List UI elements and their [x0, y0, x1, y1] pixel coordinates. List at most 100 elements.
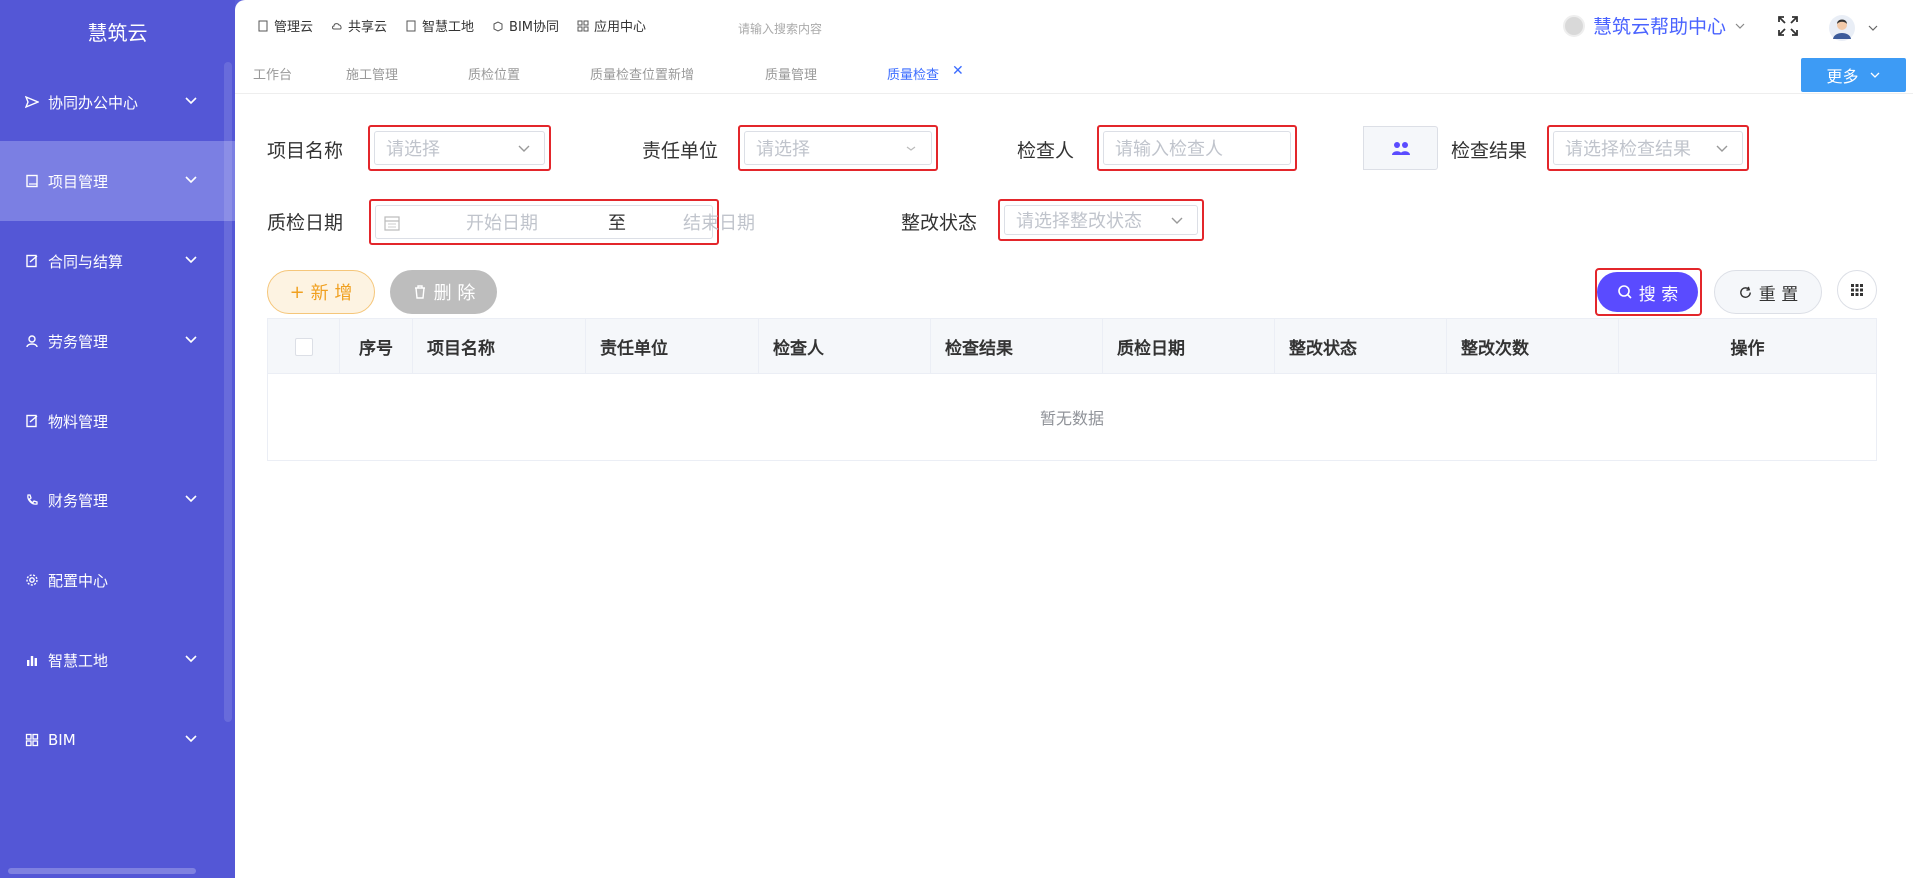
send-icon [24, 94, 40, 110]
chevron-down-icon [518, 145, 530, 152]
tab-quality-inspection[interactable]: 质量检查 [887, 64, 939, 83]
sidebar-item-project[interactable]: 项目管理 [0, 141, 235, 221]
main-panel: 管理云 共享云 智慧工地 BIM协同 应用中心 请输入搜索内容 慧筑云帮助中心 [235, 0, 1913, 878]
sidebar-item-material[interactable]: 物料管理 [0, 381, 235, 461]
sidebar-item-bim[interactable]: BIM [0, 700, 235, 780]
quicklink-label: 管理云 [274, 20, 314, 35]
sidebar-item-label: 配置中心 [48, 571, 109, 590]
add-button[interactable]: + 新 增 [267, 270, 375, 314]
sidebar-item-label: 财务管理 [48, 491, 109, 510]
sidebar-item-labor[interactable]: 劳务管理 [0, 301, 235, 381]
more-button[interactable]: 更多 [1801, 58, 1906, 92]
inspector-input[interactable]: 请输入检查人 [1097, 125, 1297, 171]
search-button[interactable]: 搜 索 [1597, 272, 1698, 312]
add-button-label: 新 增 [310, 283, 353, 304]
search-button-highlight: 搜 索 [1595, 268, 1702, 316]
chevron-down-icon [185, 256, 197, 264]
user-avatar[interactable] [1829, 15, 1855, 41]
top-bar: 管理云 共享云 智慧工地 BIM协同 应用中心 请输入搜索内容 慧筑云帮助中心 [235, 0, 1913, 54]
inspector-label: 检查人 [1017, 140, 1075, 162]
sidebar-scrollbar[interactable] [224, 62, 232, 722]
inspection-date-range[interactable]: 开始日期 至 结束日期 [369, 199, 755, 245]
responsible-unit-select[interactable]: 请选择 [738, 125, 938, 171]
chevron-down-icon [185, 97, 197, 105]
tab-inspection-location[interactable]: 质检位置 [468, 64, 520, 83]
sidebar-item-finance[interactable]: 财务管理 [0, 460, 235, 540]
responsible-unit-placeholder: 请选择 [756, 139, 810, 160]
avatar-icon [1833, 19, 1851, 39]
sidebar-horizontal-scrollbar[interactable] [8, 868, 196, 874]
project-name-select[interactable]: 请选择 [368, 125, 551, 171]
sidebar-item-label: BIM [48, 731, 76, 749]
more-button-label: 更多 [1826, 67, 1859, 86]
book-icon [406, 20, 416, 31]
quicklink-share-cloud[interactable]: 共享云 [331, 16, 387, 35]
quick-links: 管理云 共享云 智慧工地 BIM协同 应用中心 [257, 16, 646, 35]
sidebar-item-label: 协同办公中心 [48, 93, 139, 112]
reset-button[interactable]: 重 置 [1714, 270, 1822, 314]
grid-icon [24, 732, 40, 748]
select-inspector-button[interactable] [1363, 126, 1438, 170]
chevron-down-icon[interactable] [1867, 22, 1879, 34]
grid-icon [577, 20, 589, 31]
sidebar-item-label: 劳务管理 [48, 332, 109, 351]
page-tabs: 工作台 施工管理 质检位置 质量检查位置新增 质量管理 质量检查 ✕ [235, 54, 1913, 94]
quicklink-management-cloud[interactable]: 管理云 [257, 16, 313, 35]
project-name-placeholder: 请选择 [386, 139, 440, 160]
select-all-cell [268, 319, 340, 374]
table-header: 序号 项目名称 责任单位 检查人 检查结果 质检日期 整改状态 整改次数 操作 [268, 319, 1876, 374]
tab-workbench[interactable]: 工作台 [253, 64, 292, 83]
column-header: 责任单位 [586, 319, 759, 374]
sidebar-item-office[interactable]: 协同办公中心 [0, 62, 235, 142]
chevron-down-icon [1716, 145, 1728, 152]
column-header: 序号 [340, 319, 413, 374]
column-header: 项目名称 [413, 319, 586, 374]
empty-state: 暂无数据 [1039, 409, 1104, 428]
project-name-label: 项目名称 [267, 140, 344, 162]
column-header: 检查人 [759, 319, 931, 374]
select-all-checkbox[interactable] [294, 337, 313, 356]
rectify-status-select[interactable]: 请选择整改状态 [998, 199, 1204, 241]
rectify-status-placeholder: 请选择整改状态 [1016, 211, 1142, 232]
inspector-placeholder: 请输入检查人 [1115, 139, 1223, 160]
sidebar-item-smart-site[interactable]: 智慧工地 [0, 620, 235, 700]
calendar-icon [384, 216, 400, 231]
plus-icon: + [289, 281, 305, 303]
inspection-date-label: 质检日期 [267, 212, 344, 234]
reset-button-label: 重 置 [1758, 284, 1799, 305]
quicklink-label: 应用中心 [594, 20, 647, 35]
end-date-input[interactable]: 结束日期 [683, 209, 755, 235]
fullscreen-icon[interactable] [1776, 14, 1800, 38]
chevron-down-icon [185, 655, 197, 663]
inspection-result-select[interactable]: 请选择检查结果 [1547, 125, 1749, 171]
column-header: 质检日期 [1103, 319, 1275, 374]
sidebar-item-label: 项目管理 [48, 172, 109, 191]
column-header: 操作 [1730, 339, 1765, 359]
sidebar-item-label: 智慧工地 [48, 651, 109, 670]
chevron-down-icon [1870, 72, 1879, 78]
grid-icon [1851, 284, 1863, 296]
data-table: 序号 项目名称 责任单位 检查人 检查结果 质检日期 整改状态 整改次数 操作 … [267, 318, 1877, 461]
help-center-menu[interactable]: 慧筑云帮助中心 [1563, 12, 1746, 39]
close-icon[interactable]: ✕ [952, 63, 964, 79]
book-icon [258, 20, 268, 31]
tab-construction[interactable]: 施工管理 [346, 64, 398, 83]
quicklink-bim[interactable]: BIM协同 [492, 16, 559, 35]
sidebar-item-config[interactable]: 配置中心 [0, 540, 235, 620]
brand-logo-text: 慧筑云 [87, 20, 148, 45]
sidebar-item-contract[interactable]: 合同与结算 [0, 221, 235, 301]
help-center-label: 慧筑云帮助中心 [1593, 16, 1727, 38]
column-settings-button[interactable] [1837, 270, 1877, 310]
sidebar-item-label: 合同与结算 [48, 252, 124, 271]
global-search-input[interactable]: 请输入搜索内容 [738, 20, 822, 37]
quicklink-smart-site[interactable]: 智慧工地 [405, 16, 474, 35]
date-separator: 至 [608, 213, 626, 234]
tab-inspection-location-add[interactable]: 质量检查位置新增 [590, 64, 694, 83]
chevron-down-icon [185, 495, 197, 503]
start-date-input[interactable]: 开始日期 [466, 209, 538, 235]
sidebar: 慧筑云 协同办公中心 项目管理 合同与结算 劳务管理 物料管理 财务管理 配置中… [0, 0, 235, 878]
tab-quality-management[interactable]: 质量管理 [765, 64, 817, 83]
book-icon [24, 173, 40, 189]
delete-button[interactable]: 删 除 [390, 270, 497, 314]
quicklink-app-center[interactable]: 应用中心 [577, 16, 646, 35]
